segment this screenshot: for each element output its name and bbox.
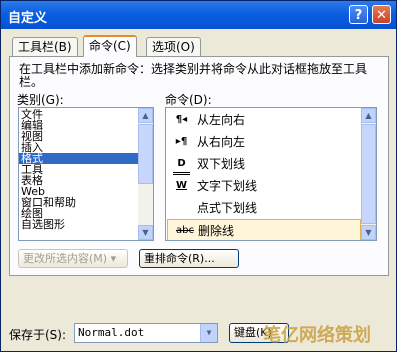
dropdown-arrow-icon: ▾	[110, 252, 117, 265]
rtl-icon: ¶◂	[175, 114, 188, 125]
scroll-up-icon[interactable]: ▲	[361, 108, 376, 123]
command-item[interactable]: abc 删除线	[167, 219, 361, 240]
scroll-thumb[interactable]	[138, 124, 153, 184]
categories-scrollbar[interactable]: ▲ ▼	[138, 108, 153, 240]
scroll-down-icon[interactable]: ▼	[138, 225, 153, 240]
command-item[interactable]: W 文字下划线	[167, 175, 361, 197]
command-item[interactable]: ▸¶ 从右向左	[167, 131, 361, 153]
categories-label: 类别(G):	[17, 93, 64, 107]
word-underline-icon: W	[175, 180, 188, 191]
categories-list[interactable]: 文件 编辑 视图 插入 格式 工具 表格 Web 窗口和帮助 绘图 自选图形 ▲ ▼	[18, 107, 154, 241]
command-label: 从右向左	[197, 135, 246, 149]
modify-selection-button[interactable]: 更改所选内容(M) ▾	[18, 249, 128, 268]
customize-dialog: 自定义 ? ✕ 工具栏(B) 命令(C) 选项(O) 在工具栏中添加新命令：选择…	[0, 0, 397, 352]
tab-toolbars[interactable]: 工具栏(B)	[12, 37, 78, 56]
window-title: 自定义	[8, 11, 48, 26]
command-item[interactable]: 点式下划线	[167, 197, 361, 219]
dotted-underline-icon	[173, 200, 190, 216]
help-button[interactable]: ?	[349, 5, 368, 24]
chevron-down-icon[interactable]: ▼	[200, 324, 217, 342]
command-label: 删除线	[198, 224, 235, 238]
ltr-icon: ▸¶	[175, 136, 188, 147]
commands-scrollbar[interactable]: ▲ ▼	[361, 108, 376, 240]
title-bar[interactable]: 自定义 ? ✕	[1, 1, 396, 29]
command-item[interactable]: ¶◂ 从左向右	[167, 109, 361, 131]
watermark: 笔亿网络策划	[263, 325, 371, 346]
strikethrough-icon: abc	[176, 225, 194, 236]
command-label: 双下划线	[197, 157, 246, 171]
commands-label: 命令(D):	[165, 93, 212, 107]
command-item[interactable]: D 双下划线	[167, 153, 361, 175]
scroll-up-icon[interactable]: ▲	[138, 108, 153, 123]
command-label: 文字下划线	[197, 179, 258, 193]
close-button[interactable]: ✕	[372, 5, 391, 24]
double-underline-icon: D	[173, 156, 190, 175]
tab-commands[interactable]: 命令(C)	[83, 35, 137, 57]
command-label: 从左向右	[197, 113, 246, 127]
save-in-label: 保存于(S):	[9, 328, 67, 342]
category-item[interactable]: 自选图形	[19, 219, 153, 230]
instruction-text: 在工具栏中添加新命令：选择类别并将命令从此对话框拖放至工具栏。	[19, 62, 368, 89]
scroll-down-icon[interactable]: ▼	[361, 225, 376, 240]
commands-list[interactable]: ¶◂ 从左向右 ▸¶ 从右向左 D 双下划线 W 文字下划线 点式下划线 abc 删除线 ▲ ▼	[165, 107, 377, 241]
tab-options[interactable]: 选项(O)	[146, 37, 201, 56]
scroll-thumb[interactable]	[361, 124, 376, 224]
save-in-select[interactable]: Normal.dot ▼	[74, 323, 218, 343]
command-label: 点式下划线	[197, 201, 258, 215]
rearrange-commands-button[interactable]: 重排命令(R)...	[139, 249, 239, 268]
